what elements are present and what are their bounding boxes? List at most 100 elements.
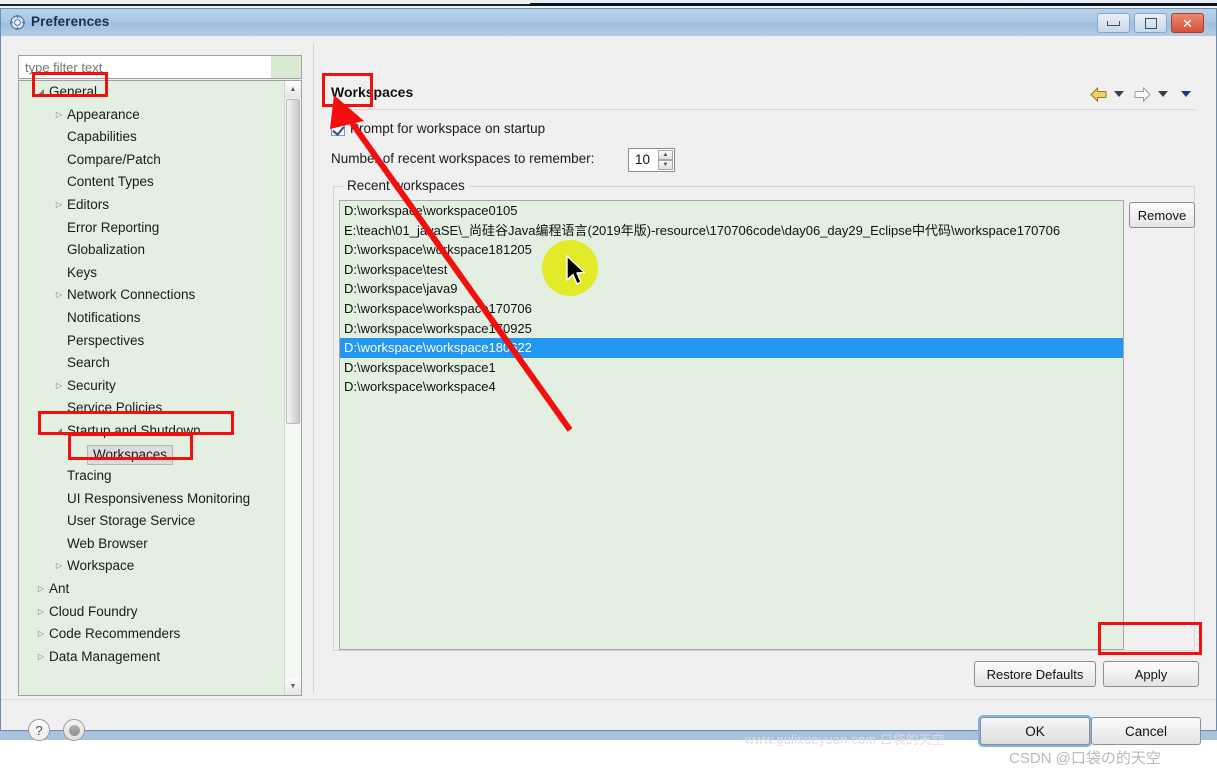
tree-item-tracing[interactable]: Tracing (19, 465, 301, 488)
tree-item-label: Appearance (67, 106, 140, 122)
cancel-button[interactable]: Cancel (1091, 717, 1201, 745)
workspace-list-item[interactable]: D:\workspace\test (340, 260, 1123, 280)
minimize-button[interactable] (1097, 13, 1130, 33)
tree-item-web-browser[interactable]: Web Browser (19, 533, 301, 556)
tree-item-search[interactable]: Search (19, 352, 301, 375)
preferences-window: Preferences ✕ ◢General▷AppearanceCapabil… (0, 8, 1217, 767)
tree-item-compare-patch[interactable]: Compare/Patch (19, 149, 301, 172)
tree-item-label: Web Browser (67, 535, 148, 551)
tree-scrollbar[interactable]: ▲ ▼ (284, 81, 301, 695)
tree-item-code-recommenders[interactable]: ▷ Code Recommenders (19, 623, 301, 646)
site-watermark: www.gulixueyuan.com 口袋的天空 (745, 733, 945, 747)
minimize-icon (1098, 14, 1129, 32)
tree-item-label: Workspace (67, 558, 135, 574)
apply-button[interactable]: Apply (1103, 661, 1199, 687)
tree-item-ui-responsiveness-monitoring[interactable]: UI Responsiveness Monitoring (19, 488, 301, 511)
chevron-right-icon[interactable]: ▷ (35, 623, 47, 646)
workspace-list-item[interactable]: D:\workspace\workspace1 (340, 358, 1123, 378)
workspace-list-item[interactable]: D:\workspace\workspace0105 (340, 201, 1123, 221)
scrollbar-thumb[interactable] (286, 99, 300, 424)
scroll-down-icon[interactable]: ▼ (285, 678, 301, 695)
title-bar[interactable]: Preferences ✕ (1, 9, 1216, 37)
ok-button[interactable]: OK (980, 717, 1090, 745)
tree-item-workspace[interactable]: ▷ Workspace (19, 555, 301, 578)
window-title: Preferences (31, 14, 110, 29)
tree-item-data-management[interactable]: ▷ Data Management (19, 646, 301, 669)
chevron-right-icon[interactable]: ▷ (35, 646, 47, 669)
prompt-for-workspace-label: Prompt for workspace on startup (350, 121, 546, 136)
tree-item-capabilities[interactable]: Capabilities (19, 126, 301, 149)
chevron-right-icon[interactable]: ▷ (35, 578, 47, 601)
tree-item-content-types[interactable]: Content Types (19, 171, 301, 194)
recent-workspaces-list[interactable]: D:\workspace\workspace0105 E:\teach\01_ja… (339, 200, 1124, 650)
recent-count-value[interactable]: 10 (635, 152, 650, 167)
workspace-list-item[interactable]: D:\workspace\java9 (340, 279, 1123, 299)
maximize-icon (1135, 14, 1166, 32)
tree-item-label: User Storage Service (67, 513, 196, 529)
close-button[interactable]: ✕ (1171, 13, 1204, 33)
tree-item-perspectives[interactable]: Perspectives (19, 330, 301, 353)
workspace-list-item[interactable]: E:\teach\01_javaSE\_尚硅谷Java编程语言(2019年版)-… (340, 221, 1123, 241)
recent-workspaces-label: Recent workspaces (343, 178, 469, 193)
tree-item-label: Cloud Foundry (49, 603, 138, 619)
stepper-down-icon[interactable]: ▼ (658, 160, 673, 170)
tree-item-label: Editors (67, 196, 110, 212)
page-title-rule (331, 109, 1195, 110)
back-arrow-icon[interactable] (1087, 82, 1109, 106)
chevron-right-icon[interactable]: ▷ (53, 555, 65, 578)
annotation-box-startup-and-shutdown (38, 411, 234, 435)
tree-item-editors[interactable]: ▷ Editors (19, 194, 301, 217)
chevron-right-icon[interactable]: ▷ (53, 375, 65, 398)
chevron-right-icon[interactable]: ▷ (35, 601, 47, 624)
tree-item-label: Compare/Patch (67, 151, 161, 167)
view-menu-icon[interactable] (1177, 82, 1195, 106)
restore-defaults-button[interactable]: Restore Defaults (974, 661, 1096, 687)
tree-item-label: Tracing (67, 468, 112, 484)
tree-item-security[interactable]: ▷ Security (19, 375, 301, 398)
tree-item-label: Code Recommenders (49, 626, 181, 642)
tree-item-label: Perspectives (67, 332, 145, 348)
tree-item-label: Keys (67, 264, 98, 280)
tree-item-cloud-foundry[interactable]: ▷ Cloud Foundry (19, 601, 301, 624)
tree-item-globalization[interactable]: Globalization (19, 239, 301, 262)
tree-item-network-connections[interactable]: ▷ Network Connections (19, 284, 301, 307)
workspace-list-item[interactable]: D:\workspace\workspace4 (340, 377, 1123, 397)
workspace-list-item[interactable]: D:\workspace\workspace170925 (340, 319, 1123, 339)
workspace-list-item[interactable]: D:\workspace\workspace181205 (340, 240, 1123, 260)
preferences-gear-icon (10, 15, 25, 30)
tree-item-notifications[interactable]: Notifications (19, 307, 301, 330)
tree-item-label: Error Reporting (67, 219, 160, 235)
chevron-right-icon[interactable]: ▷ (53, 104, 65, 127)
tree-item-label: Network Connections (67, 287, 196, 303)
tree-item-error-reporting[interactable]: Error Reporting (19, 217, 301, 240)
forward-dropdown-icon[interactable] (1155, 82, 1171, 106)
footer-divider (1, 699, 1216, 700)
desktop-seam (530, 3, 1217, 6)
prompt-for-workspace-checkbox[interactable] (331, 122, 345, 136)
tree-item-label: Security (67, 377, 116, 393)
tree-item-user-storage-service[interactable]: User Storage Service (19, 510, 301, 533)
tree-item-keys[interactable]: Keys (19, 262, 301, 285)
preferences-tree[interactable]: ◢ General ▷ Appearance Capabilities Compare/P… (18, 80, 302, 696)
csdn-watermark: CSDN @口袋の的天空 (1009, 750, 1161, 767)
workspace-list-item[interactable]: D:\workspace\workspace180622 (340, 338, 1123, 358)
remove-button[interactable]: Remove (1129, 202, 1195, 228)
desktop-top-strip (0, 0, 1217, 8)
forward-arrow-icon[interactable] (1131, 82, 1153, 106)
tree-item-label: UI Responsiveness Monitoring (67, 490, 251, 506)
pin-icon[interactable] (63, 719, 85, 741)
stepper-up-icon[interactable]: ▲ (658, 150, 673, 160)
page-navigation-bar (1087, 82, 1202, 106)
tree-item-list: ◢ General ▷ Appearance Capabilities Compare/P… (19, 81, 301, 668)
help-icon[interactable]: ? (28, 719, 50, 741)
chevron-right-icon[interactable]: ▷ (53, 194, 65, 217)
tree-item-appearance[interactable]: ▷ Appearance (19, 104, 301, 127)
tree-item-label: Capabilities (67, 129, 137, 145)
workspace-list-item[interactable]: D:\workspace\workspace170706 (340, 299, 1123, 319)
back-dropdown-icon[interactable] (1111, 82, 1127, 106)
maximize-button[interactable] (1134, 13, 1167, 33)
chevron-right-icon[interactable]: ▷ (53, 284, 65, 307)
recent-count-stepper[interactable]: 10 ▲ ▼ (628, 148, 675, 172)
tree-item-ant[interactable]: ▷ Ant (19, 578, 301, 601)
scroll-up-icon[interactable]: ▲ (285, 81, 301, 98)
